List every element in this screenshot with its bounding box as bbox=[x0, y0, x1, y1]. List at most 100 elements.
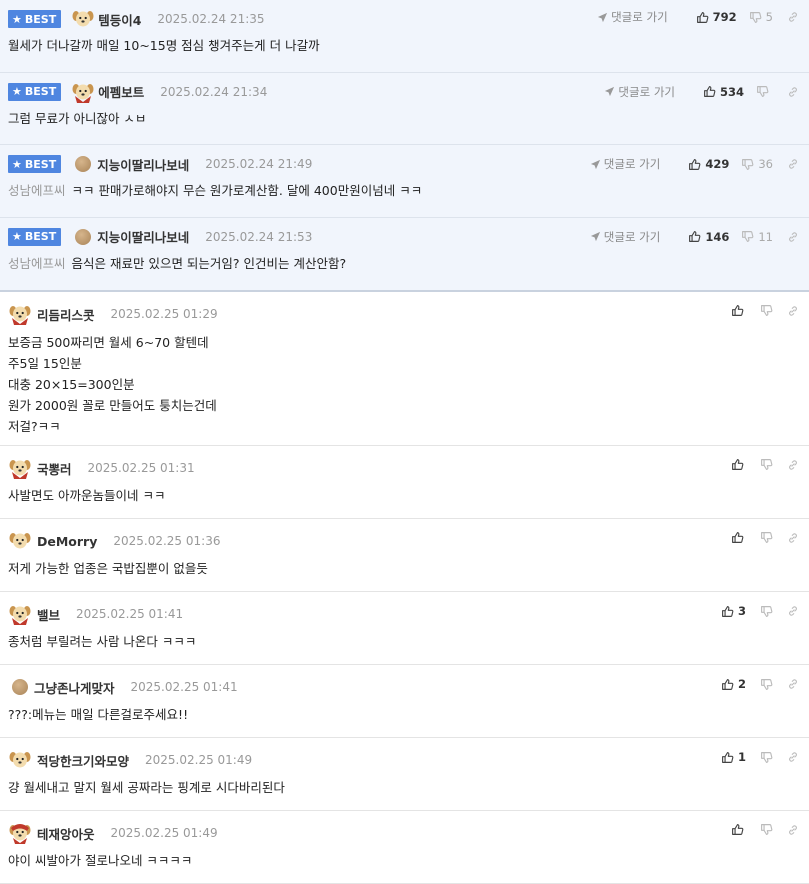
timestamp: 2025.02.24 21:35 bbox=[157, 12, 265, 26]
nickname[interactable]: 에펨보트 bbox=[98, 82, 144, 101]
thumbs-down-icon bbox=[760, 605, 773, 618]
comment-actions: 2 bbox=[711, 677, 799, 691]
goto-comment-link[interactable]: 댓글로 가기 bbox=[590, 156, 660, 172]
nickname[interactable]: 리듬리스콧 bbox=[37, 305, 95, 324]
nickname[interactable]: 테재앙아웃 bbox=[37, 824, 95, 843]
share-button[interactable] bbox=[787, 824, 799, 836]
share-button[interactable] bbox=[787, 532, 799, 544]
comment-header: ★ BEST 에펨보트 2025.02.24 21:34 bbox=[8, 82, 267, 103]
avatar bbox=[75, 156, 92, 172]
share-button[interactable] bbox=[787, 86, 799, 98]
nickname[interactable]: 지능이딸리나보네 bbox=[97, 227, 189, 246]
dislike-button[interactable] bbox=[760, 304, 773, 317]
nickname[interactable]: DeMorry bbox=[37, 534, 97, 549]
comment-actions: 댓글로 가기 534 bbox=[604, 84, 799, 100]
team-prefix: 성남에프씨 bbox=[8, 183, 66, 198]
dislike-count: 36 bbox=[758, 157, 773, 171]
timestamp: 2025.02.25 01:49 bbox=[110, 826, 218, 840]
avatar bbox=[8, 822, 32, 844]
nickname[interactable]: 지능이딸리나보네 bbox=[97, 155, 189, 174]
dislike-button[interactable] bbox=[760, 823, 773, 836]
dislike-button[interactable] bbox=[756, 85, 773, 98]
star-icon: ★ bbox=[12, 157, 22, 171]
thumbs-down-icon bbox=[760, 751, 773, 764]
timestamp: 2025.02.25 01:31 bbox=[87, 461, 195, 475]
best-badge: ★ BEST bbox=[8, 227, 62, 246]
like-button[interactable]: 2 bbox=[721, 677, 746, 691]
comment-line: ???:메뉴는 매일 다른걸로주세요!! bbox=[8, 707, 189, 722]
comment: 테재앙아웃 2025.02.25 01:49 야이 씨발아가 절로나오네 ㅋㅋㅋㅋ bbox=[0, 811, 809, 884]
share-button[interactable] bbox=[787, 751, 799, 763]
comment-body: ???:메뉴는 매일 다른걸로주세요!! bbox=[8, 704, 188, 725]
share-button[interactable] bbox=[787, 305, 799, 317]
link-icon bbox=[787, 158, 799, 170]
comment-line: 원가 2000원 꼴로 만들어도 퉁치는건데 bbox=[8, 398, 217, 413]
like-button[interactable]: 146 bbox=[688, 230, 729, 244]
thumbs-down-icon bbox=[760, 304, 773, 317]
like-button[interactable] bbox=[731, 531, 744, 544]
timestamp: 2025.02.24 21:53 bbox=[205, 229, 313, 244]
share-button[interactable] bbox=[787, 11, 799, 23]
dislike-button[interactable]: 36 bbox=[741, 157, 773, 171]
like-count: 429 bbox=[705, 157, 730, 171]
like-count: 1 bbox=[737, 750, 746, 764]
goto-comment-link[interactable]: 댓글로 가기 bbox=[597, 9, 668, 25]
nickname[interactable]: 밸브 bbox=[37, 605, 60, 624]
nickname[interactable]: 템등이4 bbox=[98, 10, 141, 29]
comment-header: 그냥존나게맞자 2025.02.25 01:41 bbox=[8, 677, 238, 697]
avatar bbox=[71, 8, 95, 30]
timestamp: 2025.02.24 21:49 bbox=[205, 157, 313, 171]
comment-body: 야이 씨발아가 절로나오네 ㅋㅋㅋㅋ bbox=[8, 850, 192, 871]
best-badge: ★ BEST bbox=[8, 10, 62, 28]
like-button[interactable]: 1 bbox=[721, 750, 746, 764]
send-arrow-icon bbox=[604, 86, 618, 97]
comment-header: 국뽕러 2025.02.25 01:31 bbox=[8, 458, 195, 479]
thumbs-up-icon bbox=[688, 158, 701, 171]
comment-actions bbox=[721, 823, 799, 836]
like-button[interactable]: 792 bbox=[696, 10, 737, 24]
link-icon bbox=[787, 605, 799, 617]
comment-line: 종처럼 부릴려는 사람 나온다 ㅋㅋㅋ bbox=[8, 634, 197, 649]
comment-header: 리듬리스콧 2025.02.25 01:29 bbox=[8, 304, 218, 325]
nickname[interactable]: 적당한크기와모양 bbox=[37, 751, 129, 770]
link-icon bbox=[787, 305, 799, 317]
share-button[interactable] bbox=[787, 678, 799, 690]
best-badge: ★ BEST bbox=[8, 155, 62, 173]
thumbs-up-icon bbox=[721, 678, 734, 691]
thumbs-up-icon bbox=[731, 304, 744, 317]
like-button[interactable] bbox=[731, 823, 744, 836]
share-button[interactable] bbox=[787, 459, 799, 471]
dislike-button[interactable] bbox=[760, 751, 773, 764]
dislike-button[interactable]: 11 bbox=[741, 230, 773, 244]
like-button[interactable]: 429 bbox=[688, 157, 729, 171]
best-comments-section: ★ BEST 템등이4 2025.02.24 21:35 댓글로 가기 792 5 월세가 더… bbox=[0, 0, 809, 292]
dislike-button[interactable] bbox=[760, 531, 773, 544]
nickname[interactable]: 그냥존나게맞자 bbox=[34, 678, 115, 697]
dislike-button[interactable] bbox=[760, 678, 773, 691]
thumbs-down-icon bbox=[749, 11, 762, 24]
thumbs-down-icon bbox=[760, 458, 773, 471]
like-count: 146 bbox=[705, 229, 730, 244]
comment-line: 주5일 15인분 bbox=[8, 356, 82, 371]
share-button[interactable] bbox=[787, 158, 799, 170]
goto-comment-link[interactable]: 댓글로 가기 bbox=[590, 229, 660, 245]
like-button[interactable]: 534 bbox=[703, 85, 744, 99]
nickname[interactable]: 국뽕러 bbox=[37, 459, 72, 478]
thumbs-down-icon bbox=[756, 85, 769, 98]
like-button[interactable] bbox=[731, 304, 744, 317]
like-button[interactable] bbox=[731, 458, 744, 471]
dislike-button[interactable] bbox=[760, 605, 773, 618]
link-icon bbox=[787, 678, 799, 690]
like-count: 534 bbox=[719, 84, 744, 99]
like-button[interactable]: 3 bbox=[721, 604, 746, 618]
share-button[interactable] bbox=[787, 605, 799, 617]
star-icon: ★ bbox=[12, 230, 22, 243]
thumbs-up-icon bbox=[721, 751, 734, 764]
avatar bbox=[8, 749, 32, 771]
goto-comment-link[interactable]: 댓글로 가기 bbox=[604, 84, 675, 100]
dislike-button[interactable] bbox=[760, 458, 773, 471]
avatar bbox=[8, 603, 32, 625]
comment-actions: 댓글로 가기 792 5 bbox=[597, 9, 799, 25]
share-button[interactable] bbox=[787, 231, 799, 243]
dislike-button[interactable]: 5 bbox=[749, 10, 773, 24]
